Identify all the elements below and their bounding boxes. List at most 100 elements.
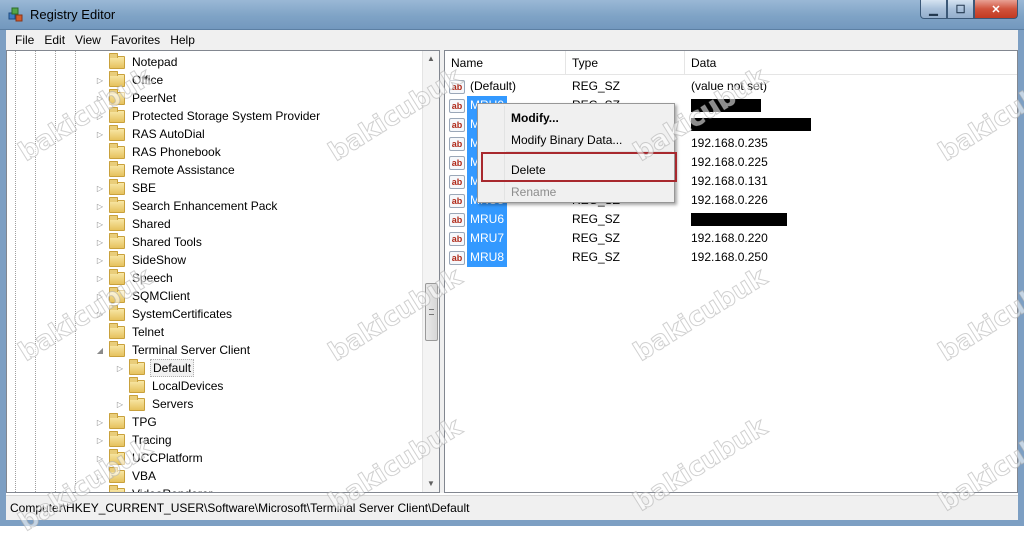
menu-favorites[interactable]: Favorites <box>106 33 165 47</box>
expand-arrow-icon[interactable]: ▷ <box>95 490 105 493</box>
expand-arrow-icon[interactable]: ▷ <box>95 130 105 139</box>
value-name-cell: ab (Default) <box>449 77 519 96</box>
expand-arrow-icon[interactable]: ▷ <box>95 238 105 247</box>
folder-icon <box>109 142 125 159</box>
list-row[interactable]: ab (Default) REG_SZ (value not set) <box>445 77 1017 96</box>
tree-item[interactable]: ▷ SQMClient <box>95 286 192 305</box>
tree-item-label: Speech <box>132 271 173 285</box>
menu-view[interactable]: View <box>70 33 106 47</box>
string-value-icon: ab <box>449 79 465 94</box>
expand-arrow-icon[interactable]: ▷ <box>95 292 105 301</box>
string-value-icon: ab <box>449 174 465 189</box>
window-frame-bottom <box>0 520 1024 526</box>
folder-icon <box>109 196 125 213</box>
tree-item-label: Default <box>150 359 195 377</box>
tree-item[interactable]: ▷ VBA <box>95 466 158 485</box>
tree-item[interactable]: ▷ RAS AutoDial <box>95 124 207 143</box>
maximize-button[interactable]: ☐ <box>947 0 974 19</box>
column-header-data[interactable]: Data <box>685 51 1016 75</box>
folder-icon <box>109 88 125 105</box>
tree-item-label: Office <box>132 73 164 87</box>
tree-item[interactable]: ▷ SBE <box>95 178 158 197</box>
expand-arrow-icon[interactable]: ▷ <box>95 274 105 283</box>
expand-arrow-icon[interactable]: ▷ <box>95 472 105 481</box>
list-header: Name Type Data <box>445 51 1017 75</box>
tree-item-label: Terminal Server Client <box>132 343 251 357</box>
folder-icon <box>109 106 125 123</box>
scroll-up-icon[interactable]: ▲ <box>423 51 439 67</box>
menu-file[interactable]: File <box>10 33 39 47</box>
tree-item-label: Remote Assistance <box>132 163 235 177</box>
folder-icon <box>109 178 125 195</box>
tree-item[interactable]: ▷ SideShow <box>95 250 188 269</box>
expand-arrow-icon[interactable]: ▷ <box>95 220 105 229</box>
value-name: MRU6 <box>467 210 508 229</box>
string-value-icon: ab <box>449 155 465 170</box>
expand-arrow-icon[interactable]: ▷ <box>95 202 105 211</box>
folder-icon <box>109 484 125 492</box>
tree-guide-line <box>75 51 76 492</box>
tree-item[interactable]: ▷ Tracing <box>95 430 174 449</box>
tree-item[interactable]: ▷ Shared <box>95 214 173 233</box>
expand-arrow-icon[interactable]: ▷ <box>95 454 105 463</box>
tree-item[interactable]: Notepad <box>95 52 179 71</box>
string-value-icon: ab <box>449 250 465 265</box>
tree-item-label: Tracing <box>132 433 172 447</box>
close-button[interactable]: ✕ <box>974 0 1018 19</box>
list-row[interactable]: ab MRU7 REG_SZ 192.168.0.220 <box>445 229 1017 248</box>
context-modify-binary[interactable]: Modify Binary Data... <box>511 133 622 147</box>
tree-item-label: TPG <box>132 415 157 429</box>
grip-icon <box>429 309 434 315</box>
window-frame-right <box>1018 30 1024 526</box>
tree-item[interactable]: ▷ PeerNet <box>95 88 178 107</box>
tree-item[interactable]: ▷ Search Enhancement Pack <box>95 196 279 215</box>
tree-item[interactable]: RAS Phonebook <box>95 142 223 161</box>
folder-icon <box>109 214 125 231</box>
tree-item[interactable]: LocalDevices <box>115 376 225 395</box>
tree-item[interactable]: Remote Assistance <box>95 160 237 179</box>
menu-help[interactable]: Help <box>165 33 200 47</box>
scroll-down-icon[interactable]: ▼ <box>423 476 439 492</box>
tree-item[interactable]: ◢ Terminal Server Client <box>95 340 252 359</box>
expand-arrow-icon[interactable]: ▷ <box>95 256 105 265</box>
value-type: REG_SZ <box>572 212 621 226</box>
tree-item[interactable]: ▷ Default <box>115 358 195 377</box>
minimize-icon: ▁ <box>929 3 938 16</box>
string-value-icon: ab <box>449 212 465 227</box>
expand-arrow-icon[interactable]: ▷ <box>95 76 105 85</box>
tree-item[interactable]: ▷ Protected Storage System Provider <box>95 106 322 125</box>
expand-arrow-icon[interactable]: ▷ <box>95 184 105 193</box>
redacted-data <box>691 210 787 229</box>
tree-item-label: VBA <box>132 469 157 483</box>
column-header-type[interactable]: Type <box>566 51 685 75</box>
scrollbar-thumb[interactable] <box>425 283 438 341</box>
expand-arrow-icon[interactable]: ▷ <box>95 418 105 427</box>
expand-arrow-icon[interactable]: ▷ <box>95 112 105 121</box>
list-row[interactable]: ab MRU6 REG_SZ <box>445 210 1017 229</box>
tree-item[interactable]: ▷ SystemCertificates <box>95 304 234 323</box>
collapse-arrow-icon[interactable]: ◢ <box>95 346 105 355</box>
tree-item[interactable]: ▷ TPG <box>95 412 159 431</box>
tree-item-label: SystemCertificates <box>132 307 233 321</box>
string-value-icon: ab <box>449 193 465 208</box>
tree-item[interactable]: ▷ UCCPlatform <box>95 448 205 467</box>
value-data: 192.168.0.220 <box>691 231 768 245</box>
column-header-name[interactable]: Name <box>445 51 566 75</box>
minimize-button[interactable]: ▁ <box>920 0 947 19</box>
list-row[interactable]: ab MRU8 REG_SZ 192.168.0.250 <box>445 248 1017 267</box>
tree-item[interactable]: ▷ VideoRenderer <box>95 484 215 493</box>
expand-arrow-icon[interactable]: ▷ <box>95 94 105 103</box>
context-modify[interactable]: Modify... <box>511 111 559 125</box>
expand-arrow-icon[interactable]: ▷ <box>95 436 105 445</box>
tree-item[interactable]: ▷ Servers <box>115 394 195 413</box>
expand-arrow-icon[interactable]: ▷ <box>95 310 105 319</box>
expand-arrow-icon[interactable]: ▷ <box>115 364 125 373</box>
tree-item[interactable]: ▷ Shared Tools <box>95 232 204 251</box>
tree-item[interactable]: Telnet <box>95 322 166 341</box>
expand-arrow-icon[interactable]: ▷ <box>115 400 125 409</box>
tree-item[interactable]: ▷ Office <box>95 70 165 89</box>
registry-tree[interactable]: ▲ ▼ Notepad ▷ Office ▷ PeerNet ▷ Protected Sto… <box>6 50 440 493</box>
menu-edit[interactable]: Edit <box>39 33 70 47</box>
tree-scrollbar[interactable]: ▲ ▼ <box>422 51 439 492</box>
tree-item[interactable]: ▷ Speech <box>95 268 175 287</box>
